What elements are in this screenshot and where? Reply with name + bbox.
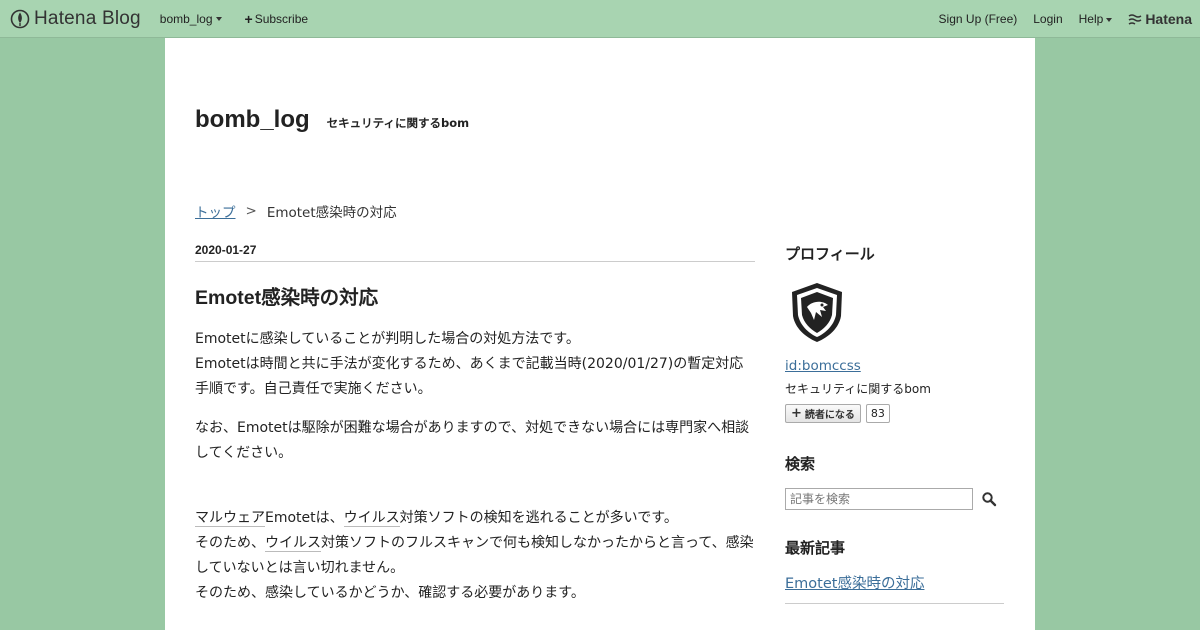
hatena-logo[interactable]: Hatena (1128, 11, 1192, 27)
subscribe-link[interactable]: + Subscribe (245, 12, 309, 26)
blog-menu-dropdown[interactable]: bomb_log (160, 12, 222, 26)
sidebar: プロフィール id:bomccss セキュリティに関するbom + 読者になる … (785, 243, 1005, 604)
profile-description: セキュリティに関するbom (785, 382, 931, 396)
login-link[interactable]: Login (1033, 12, 1062, 26)
entry-text: そのため、感染しているかどうか、確認する必要があります。 (195, 585, 585, 601)
signup-link[interactable]: Sign Up (Free) (939, 12, 1018, 26)
entry-date[interactable]: 2020-01-27 (195, 243, 755, 262)
entry-paragraph: マルウェアEmotetは、ウイルス対策ソフトの検知を逃れることが多いです。 そのた… (195, 506, 755, 606)
keyword-link[interactable]: マルウェア (195, 510, 265, 527)
entry-title[interactable]: Emotet感染時の対応 (195, 281, 755, 310)
hatena-logo-text: Hatena (1145, 11, 1192, 27)
avatar[interactable] (785, 280, 849, 344)
brand-text: Hatena Blog (34, 7, 141, 29)
search-form (785, 488, 1005, 510)
entry-text: Emotetは、 (265, 510, 344, 526)
plus-icon: + (791, 406, 802, 421)
entry-text: Emotetは時間と共に手法が変化するため、あくまで記載当時(2020/01/2… (195, 356, 744, 397)
entry-text: Emotetに感染していることが判明した場合の対処方法です。 (195, 331, 580, 347)
hatena-blog-logo[interactable]: Hatena Blog (10, 0, 141, 38)
subscribe-label: Subscribe (254, 11, 309, 26)
caret-down-icon (1106, 17, 1113, 22)
keyword-link[interactable]: ウイルス (265, 535, 321, 552)
breadcrumb-separator: > (245, 203, 257, 219)
divider (785, 603, 1004, 604)
search-icon[interactable] (981, 491, 997, 507)
profile-id-link[interactable]: id:bomccss (785, 358, 861, 374)
recent-entries-heading: 最新記事 (785, 539, 846, 557)
entry-text: なお、Emotetは駆除が困難な場合がありますので、対処できない場合には専門家へ… (195, 420, 750, 461)
breadcrumb-top-link[interactable]: トップ (195, 201, 236, 221)
entry-text: 対策 (321, 535, 349, 551)
blog-content-panel: bomb_log セキュリティに関するbom トップ > Emotet感染時の対… (165, 38, 1035, 630)
subscribe-button[interactable]: + 読者になる (785, 404, 861, 423)
blog-header: bomb_log セキュリティに関するbom (195, 106, 469, 134)
entry-text: ソフト (349, 535, 391, 551)
hatena-blog-icon (10, 9, 30, 28)
entry-paragraph: なお、Emotetは駆除が困難な場合がありますので、対処できない場合には専門家へ… (195, 416, 755, 466)
caret-down-icon (215, 17, 222, 21)
entry-body: Emotetに感染していることが判明した場合の対処方法です。 Emotetは時間… (195, 327, 755, 606)
keyword-link[interactable]: ウイルス (343, 510, 400, 527)
search-heading: 検索 (785, 455, 816, 473)
profile-heading: プロフィール (785, 245, 875, 263)
subscriber-count[interactable]: 83 (865, 404, 890, 423)
plus-icon: + (244, 10, 253, 27)
help-label: Help (1078, 12, 1104, 26)
subscribe-row: + 読者になる 83 (785, 404, 1005, 423)
blog-description: セキュリティに関するbom (326, 116, 470, 130)
recent-entry-link[interactable]: Emotet感染時の対応 (785, 572, 1005, 593)
blog-title[interactable]: bomb_log (195, 106, 310, 134)
entry-paragraph: Emotetに感染していることが判明した場合の対処方法です。 Emotetは時間… (195, 327, 755, 402)
entry-article: 2020-01-27 Emotet感染時の対応 Emotetに感染していることが… (195, 243, 755, 620)
breadcrumb-current: Emotet感染時の対応 (266, 205, 397, 221)
help-dropdown[interactable]: Help (1079, 12, 1113, 26)
breadcrumb: トップ > Emotet感染時の対応 (195, 201, 397, 221)
blog-menu-label: bomb_log (159, 11, 213, 26)
entry-text: そのため、 (195, 535, 265, 551)
global-header: Hatena Blog bomb_log + Subscribe Sign Up… (0, 0, 1200, 38)
subscribe-button-label: 読者になる (804, 410, 855, 421)
hatena-mark-icon (1128, 14, 1142, 25)
entry-text: 対策ソフトの検知を逃れることが多いです。 (399, 510, 678, 526)
search-input[interactable] (785, 488, 973, 510)
